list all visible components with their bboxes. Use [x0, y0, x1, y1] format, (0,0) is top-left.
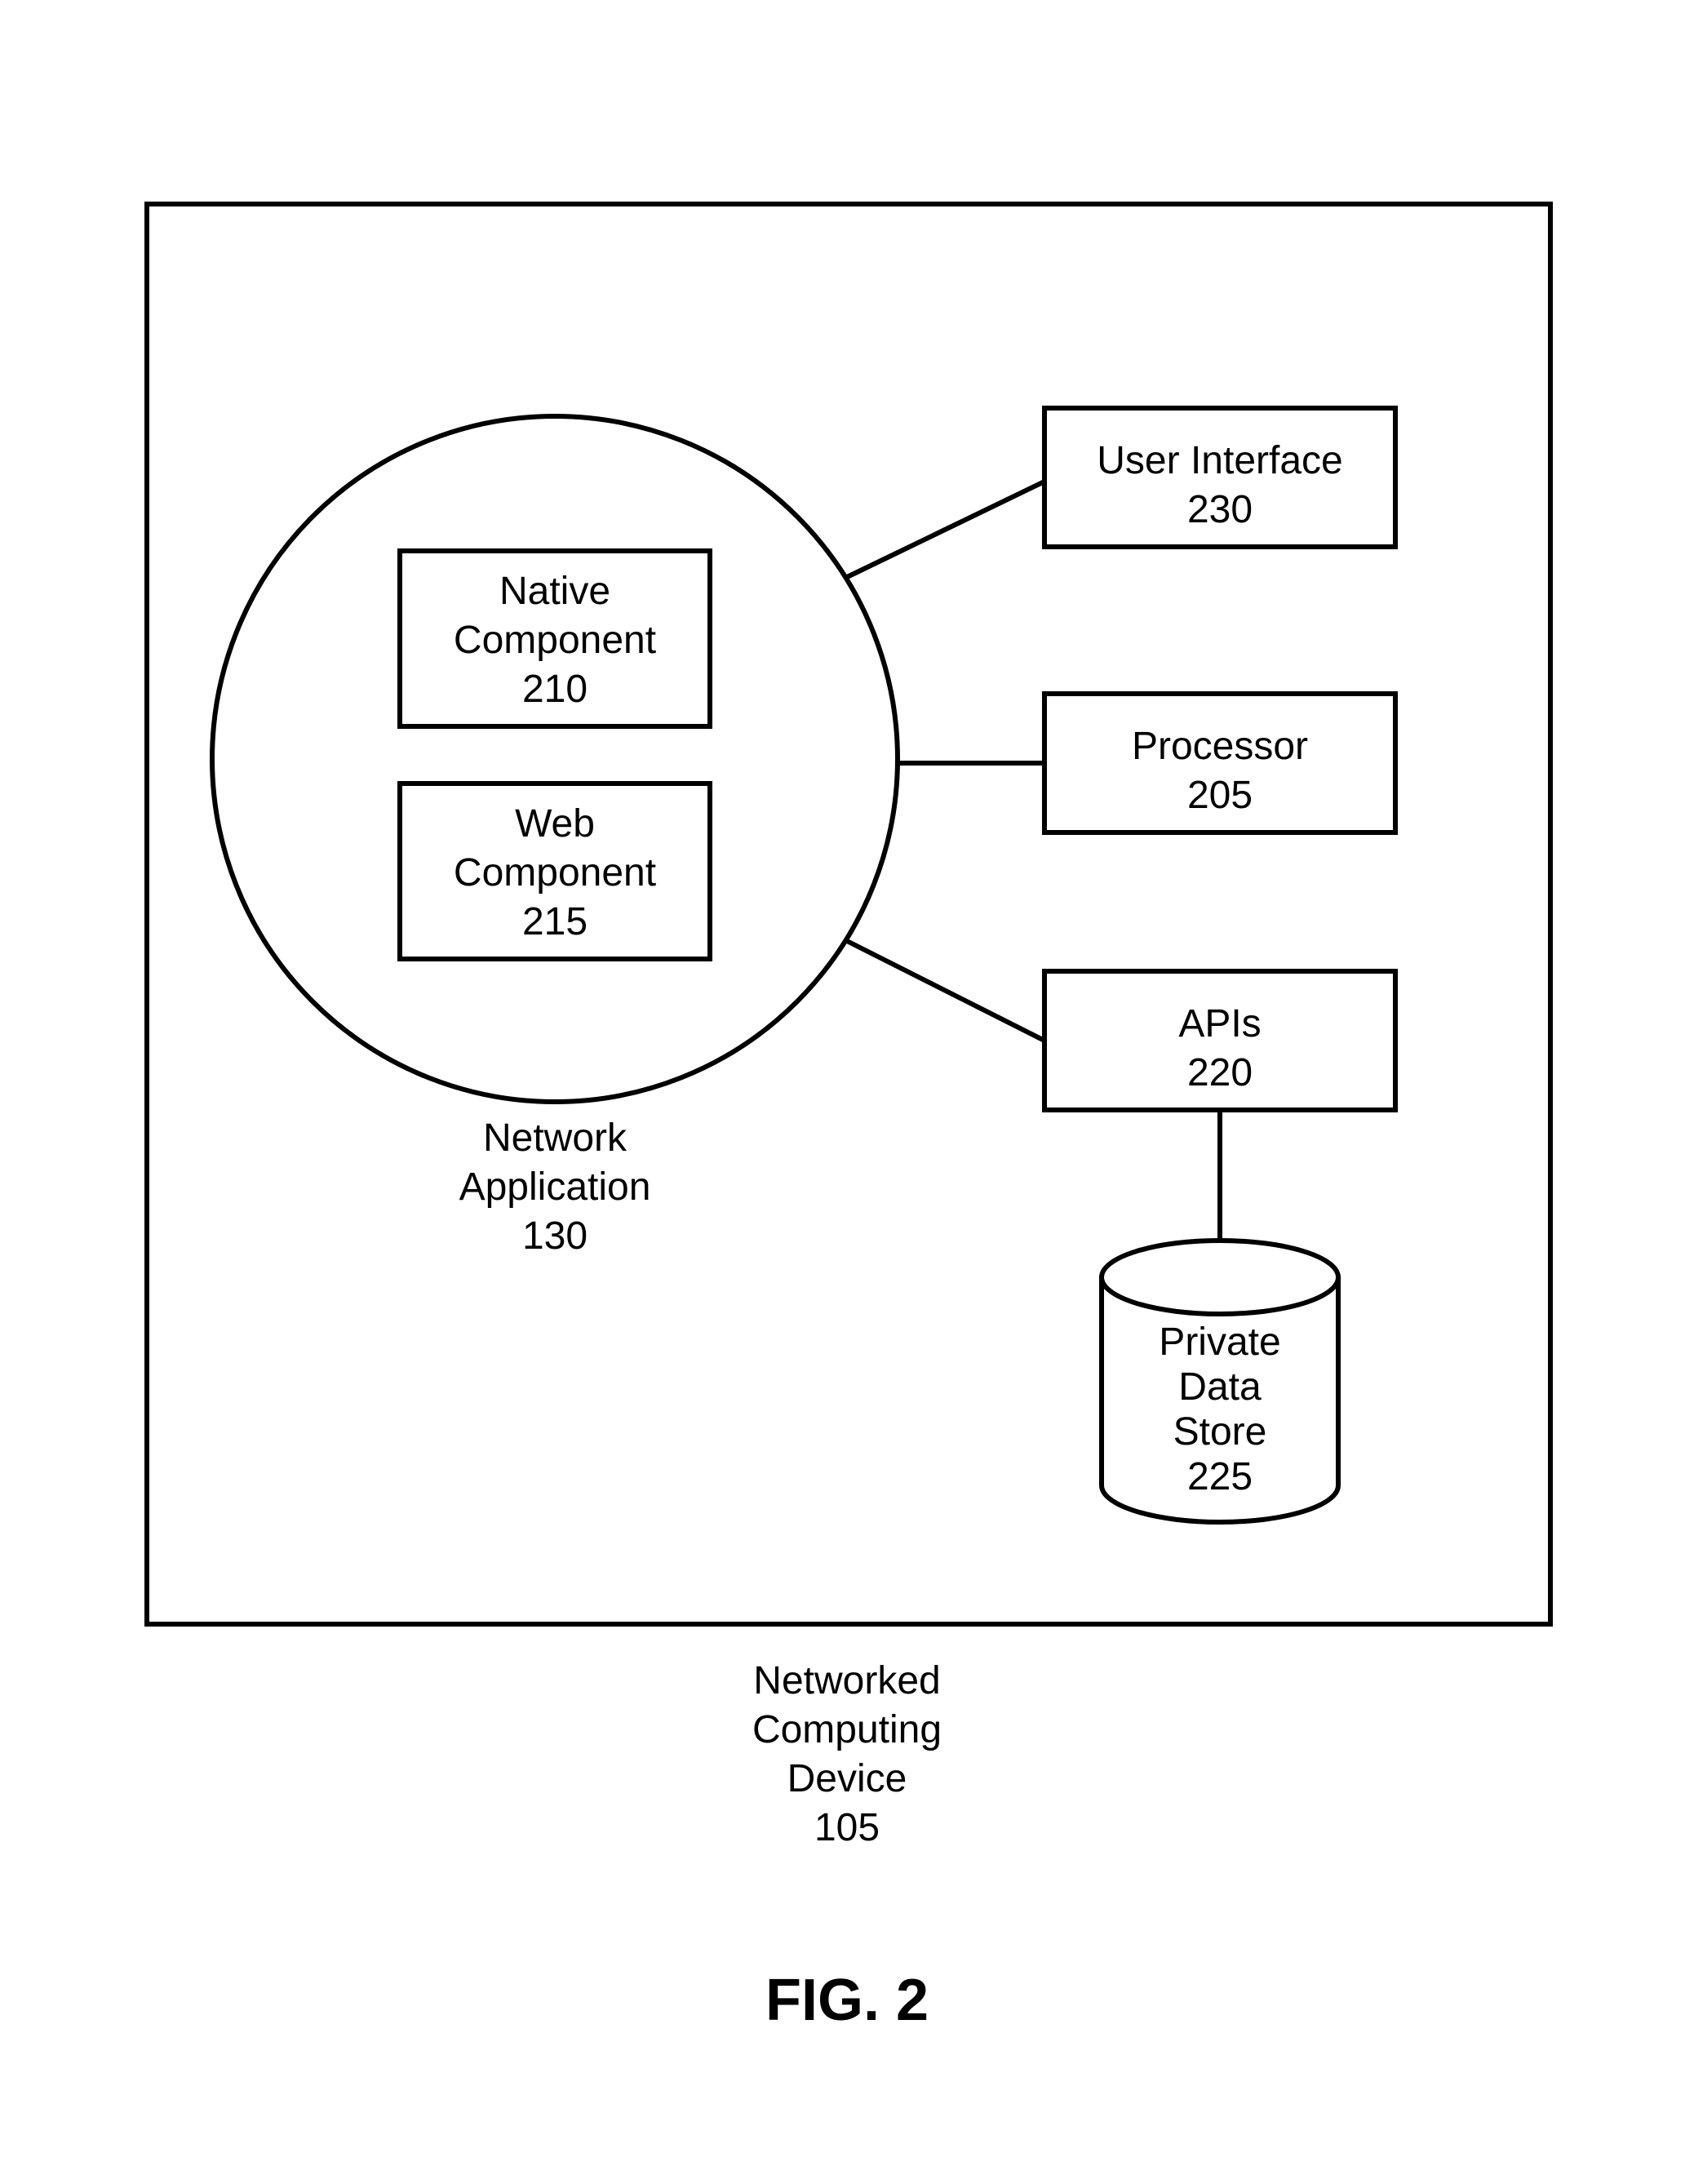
user-interface-num: 230	[1187, 488, 1253, 531]
native-component-num: 210	[522, 668, 588, 711]
processor-label: Processor	[1132, 725, 1308, 768]
network-application-num: 130	[522, 1214, 588, 1258]
device-label3: Device	[787, 1757, 907, 1800]
data-store-label2: Data	[1178, 1365, 1262, 1409]
data-store-label1: Private	[1159, 1321, 1280, 1364]
user-interface-label: User Interface	[1097, 439, 1342, 482]
device-label1: Networked	[753, 1659, 940, 1702]
network-application-label2: Application	[459, 1165, 651, 1209]
figure-label: FIG. 2	[765, 1968, 929, 2033]
web-component-num: 215	[522, 900, 588, 943]
native-component-label1: Native	[499, 570, 610, 613]
web-component-label1: Web	[515, 802, 595, 846]
device-num: 105	[814, 1806, 880, 1849]
apis-label: APIs	[1178, 1002, 1261, 1045]
apis-num: 220	[1187, 1051, 1253, 1094]
processor-num: 205	[1187, 774, 1253, 817]
web-component-label2: Component	[454, 851, 656, 894]
diagram-canvas: Native Component 210 Web Component 215 N…	[0, 0, 1694, 2184]
network-application-circle	[212, 416, 898, 1102]
connector-circle-ui	[845, 482, 1044, 578]
network-application-label1: Network	[483, 1116, 627, 1160]
connector-circle-apis	[845, 940, 1044, 1041]
data-store-num: 225	[1187, 1455, 1253, 1498]
data-store-label3: Store	[1173, 1410, 1267, 1454]
device-label2: Computing	[752, 1708, 942, 1751]
native-component-label2: Component	[454, 619, 656, 662]
